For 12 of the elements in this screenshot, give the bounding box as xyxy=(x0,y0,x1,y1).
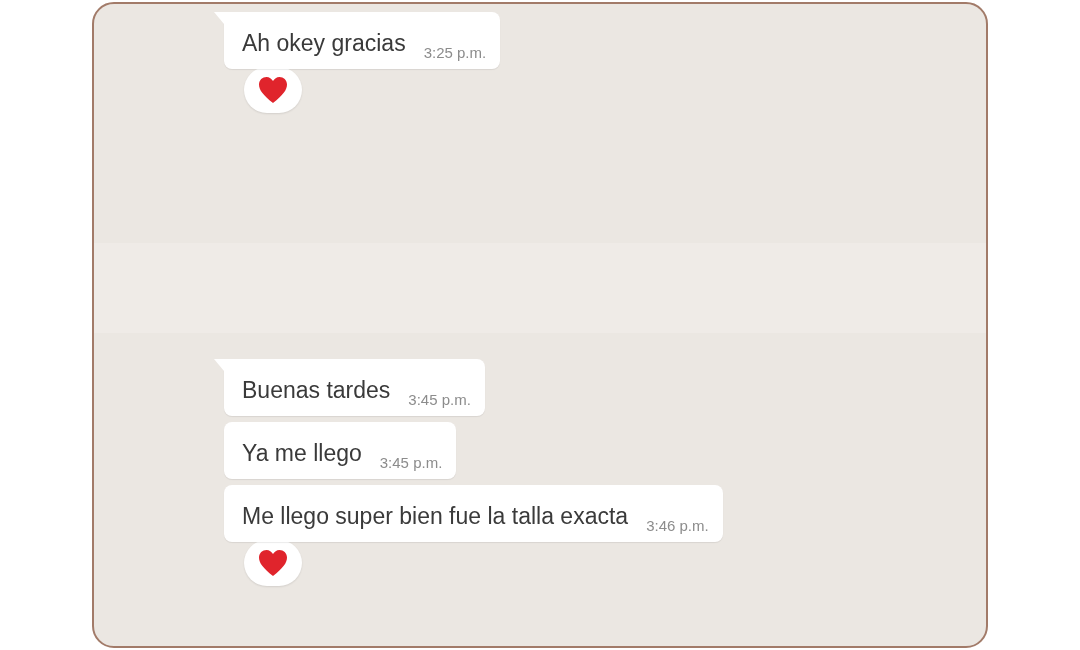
message-time: 3:46 p.m. xyxy=(646,517,709,534)
message-text: Buenas tardes xyxy=(242,376,391,404)
heart-icon xyxy=(258,76,288,104)
message-text: Ya me llego xyxy=(242,439,362,467)
message-time: 3:25 p.m. xyxy=(423,44,487,61)
reaction-badge[interactable] xyxy=(244,67,302,113)
heart-icon xyxy=(258,549,288,577)
message-text: Me llego super bien fue la talla exacta xyxy=(242,502,629,530)
reaction-badge[interactable] xyxy=(244,540,302,586)
message-text: Ah okey gracias xyxy=(242,29,406,57)
message-time: 3:45 p.m. xyxy=(408,391,471,408)
message-time: 3:45 p.m. xyxy=(379,454,443,471)
